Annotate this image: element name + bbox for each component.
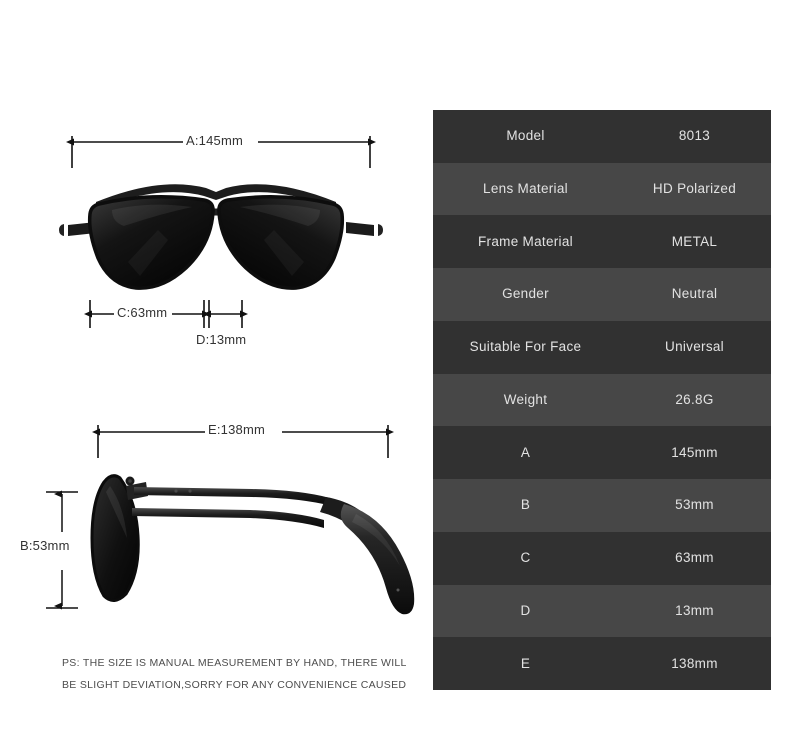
table-row: Weight 26.8G bbox=[433, 373, 771, 427]
spec-value: 53mm bbox=[675, 497, 714, 513]
spec-value: 145mm bbox=[671, 444, 718, 460]
spec-value: 13mm bbox=[675, 602, 714, 618]
spec-value: 8013 bbox=[678, 128, 711, 144]
disclaimer-line-1: PS: THE SIZE IS MANUAL MEASUREMENT BY HA… bbox=[62, 657, 407, 669]
dimension-d-line bbox=[203, 300, 248, 328]
spec-key: Suitable For Face bbox=[469, 339, 582, 355]
dimension-c-label: C:63mm bbox=[117, 305, 168, 320]
table-row: C 63mm bbox=[433, 531, 771, 585]
table-row: Lens Material HD Polarized bbox=[433, 162, 771, 216]
measurement-diagram bbox=[46, 136, 415, 615]
table-row: Frame Material METAL bbox=[433, 215, 771, 269]
spec-key: D bbox=[520, 602, 531, 618]
spec-key: Lens Material bbox=[483, 181, 568, 196]
spec-key: E bbox=[520, 655, 531, 671]
spec-value: Universal bbox=[665, 339, 724, 355]
spec-key: Frame Material bbox=[478, 233, 573, 249]
table-row: Gender Neutral bbox=[433, 268, 771, 321]
specification-table: Model 8013 Lens Material HD Polarized Fr… bbox=[433, 110, 771, 691]
spec-key: Weight bbox=[503, 391, 548, 407]
sunglasses-side-view bbox=[90, 474, 415, 615]
table-row: B 53mm bbox=[433, 479, 771, 532]
spec-value: 138mm bbox=[671, 655, 718, 671]
spec-value: 26.8G bbox=[675, 391, 714, 407]
disclaimer-line-2: BE SLIGHT DEVIATION,SORRY FOR ANY CONVEN… bbox=[62, 679, 407, 691]
table-row: E 138mm bbox=[433, 637, 771, 691]
dimension-b-label: B:53mm bbox=[20, 538, 70, 553]
spec-value: HD Polarized bbox=[652, 181, 737, 196]
spec-key: Gender bbox=[502, 286, 549, 302]
spec-value: METAL bbox=[671, 233, 718, 249]
spec-key: Model bbox=[506, 128, 545, 144]
spec-key: B bbox=[520, 497, 531, 513]
sunglasses-front-view bbox=[59, 184, 383, 290]
table-row: Suitable For Face Universal bbox=[433, 320, 771, 374]
spec-value: Neutral bbox=[671, 286, 718, 302]
table-row: A 145mm bbox=[433, 426, 771, 480]
spec-value: 63mm bbox=[675, 550, 714, 566]
table-row: D 13mm bbox=[433, 584, 771, 638]
diagram-panel: A:145mm C:63mm D:13mm E:138mm B:53mm PS:… bbox=[0, 0, 432, 744]
spec-key: C bbox=[520, 550, 531, 566]
dimension-d-label: D:13mm bbox=[196, 332, 247, 347]
table-row: Model 8013 bbox=[433, 110, 771, 163]
dimension-e-label: E:138mm bbox=[208, 422, 266, 437]
spec-key: A bbox=[520, 444, 531, 460]
dimension-a-label: A:145mm bbox=[186, 133, 244, 148]
measurement-disclaimer: PS: THE SIZE IS MANUAL MEASUREMENT BY HA… bbox=[62, 652, 412, 696]
